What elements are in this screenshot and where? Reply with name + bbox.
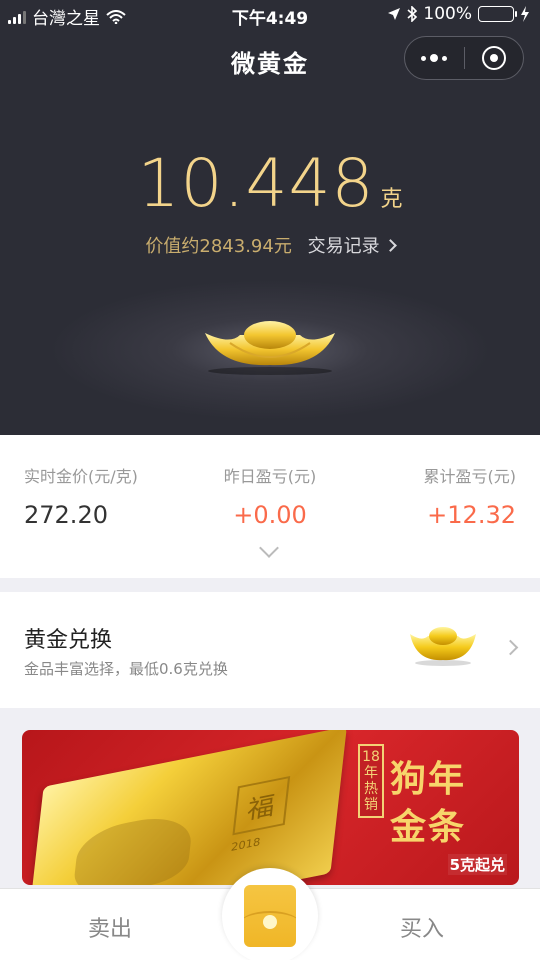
status-bar: 台灣之星 下午4:49 100% — [0, 0, 540, 30]
total-profit: 累计盈亏(元) +12.32 — [424, 463, 517, 529]
gold-bar-image: 福 2018 — [27, 730, 347, 885]
value-row: 价值约2843.94元 交易记录 — [0, 232, 540, 258]
weight-value: 10.448 — [137, 145, 375, 222]
status-right: 100% — [387, 4, 530, 24]
more-button[interactable] — [405, 37, 464, 79]
banner-slogan: 5克起兑 — [447, 854, 507, 875]
charging-icon — [521, 6, 529, 22]
promo-banner[interactable]: 福 2018 18年热销 狗年 金条 5克起兑 — [22, 730, 519, 885]
records-label: 交易记录 — [307, 236, 380, 257]
gold-exchange-row[interactable]: 黄金兑换 金品丰富选择，最低0.6克兑换 — [0, 592, 540, 708]
records-link[interactable]: 交易记录 — [298, 236, 397, 257]
exchange-subtitle: 金品丰富选择，最低0.6克兑换 — [24, 660, 228, 678]
holding-weight: 10.448 克 — [0, 145, 540, 222]
nav-bar: 微黄金 — [0, 30, 540, 86]
buy-button[interactable]: 买入 — [400, 911, 444, 943]
chevron-down-icon[interactable] — [259, 538, 279, 558]
miniprogram-capsule — [404, 36, 524, 80]
chevron-right-icon — [383, 239, 397, 252]
exchange-title: 黄金兑换 — [24, 628, 113, 653]
chevron-right-icon — [502, 639, 519, 656]
close-miniprogram-button[interactable] — [465, 37, 524, 79]
total-profit-label: 累计盈亏(元) — [423, 467, 517, 486]
target-icon — [481, 46, 506, 70]
battery-percent: 100% — [423, 4, 472, 24]
gift-envelope-icon — [244, 885, 296, 947]
location-arrow-icon — [388, 8, 401, 20]
red-packet-button[interactable] — [222, 868, 318, 960]
banner-title: 狗年 金条 — [390, 750, 466, 850]
total-profit-value: +12.32 — [427, 501, 516, 529]
hot-sale-stamp: 18年热销 — [358, 744, 384, 818]
seal-emblem: 福 — [232, 776, 291, 836]
gold-ingot-icon — [205, 321, 335, 375]
price-stats-panel: 实时金价(元/克) 272.20 昨日盈亏(元) +0.00 累计盈亏(元) +… — [0, 435, 540, 578]
weight-unit: 克 — [380, 187, 403, 212]
more-icon — [421, 54, 448, 62]
holding-value: 价值约2843.94元 — [145, 236, 292, 257]
banner-title-line1: 狗年 — [390, 758, 467, 800]
banner-title-line2: 金条 — [390, 806, 467, 848]
battery-icon — [478, 6, 517, 22]
header-panel: 台灣之星 下午4:49 100% 微黄金 10.448 克 价值约2843.94… — [0, 0, 540, 435]
gold-ingot-icon — [410, 627, 476, 666]
dog-engraving — [71, 809, 195, 885]
bar-year: 2018 — [230, 835, 262, 854]
sell-button[interactable]: 卖出 — [88, 911, 132, 943]
bluetooth-icon — [407, 6, 418, 22]
